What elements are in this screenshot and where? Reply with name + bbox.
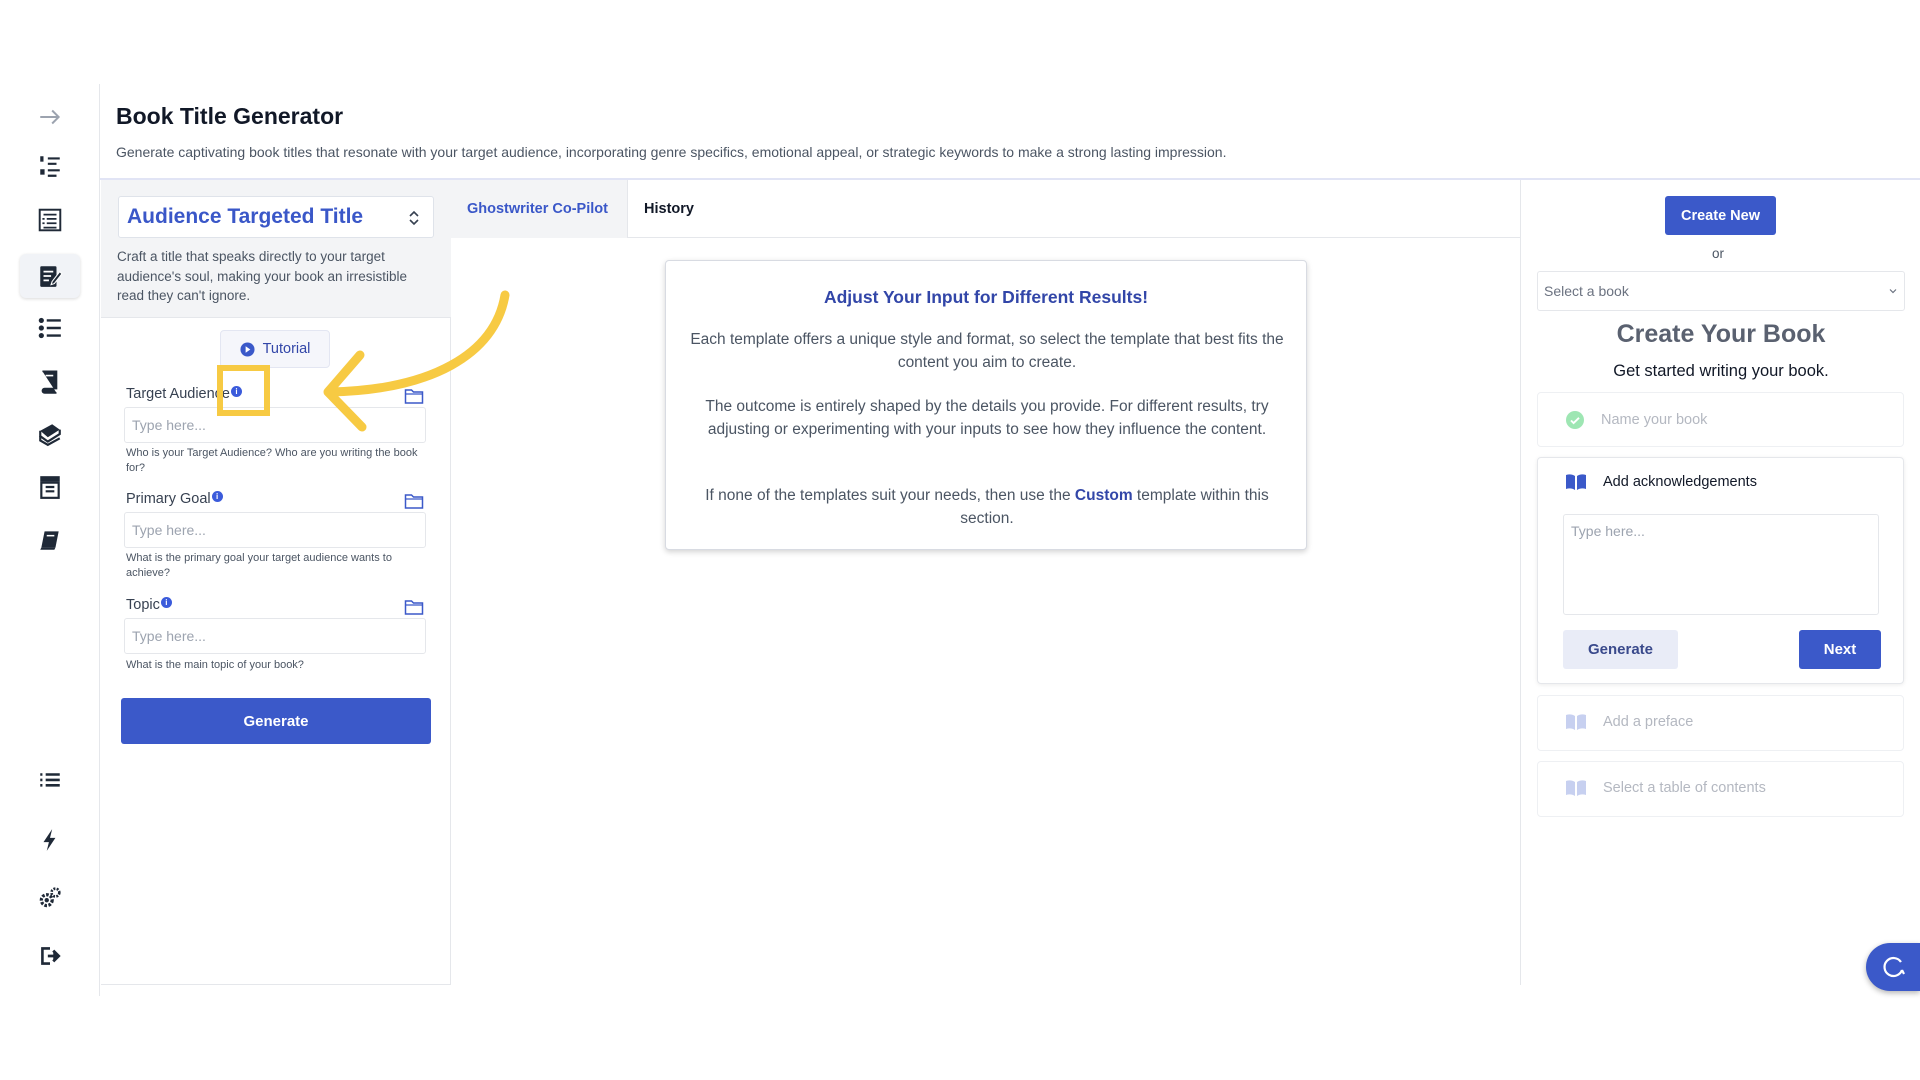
info-icon[interactable]: i xyxy=(160,597,172,608)
acknowledgements-input[interactable] xyxy=(1563,514,1879,615)
book-select[interactable]: Select a book xyxy=(1537,271,1905,311)
step-label: Add acknowledgements xyxy=(1603,474,1757,490)
book-stack-icon[interactable] xyxy=(20,359,80,403)
output-panel: Ghostwriter Co-Pilot History Adjust Your… xyxy=(451,180,1521,985)
list-icon[interactable] xyxy=(20,759,80,803)
numbered-list-icon[interactable] xyxy=(20,144,80,188)
target-audience-help: Who is your Target Audience? Who are you… xyxy=(126,447,418,474)
chevron-down-icon xyxy=(1889,289,1897,294)
generate-button[interactable]: Generate xyxy=(121,698,431,744)
open-book-icon xyxy=(1566,474,1586,490)
edit-book-icon[interactable] xyxy=(20,254,80,298)
play-icon xyxy=(240,341,255,357)
step-acknowledgements: Add acknowledgements Generate Next xyxy=(1537,457,1904,684)
open-book-icon xyxy=(1566,780,1586,796)
folder-icon[interactable] xyxy=(404,492,424,510)
primary-goal-help: What is the primary goal your target aud… xyxy=(126,552,392,579)
step-table-of-contents[interactable]: Select a table of contents xyxy=(1537,761,1904,817)
info-card-title: Adjust Your Input for Different Results! xyxy=(823,287,1149,307)
step-label: Select a table of contents xyxy=(1603,780,1766,796)
template-select-label: Audience Targeted Title xyxy=(127,205,364,228)
books-icon[interactable] xyxy=(20,412,80,456)
page-description: Generate captivating book titles that re… xyxy=(116,144,1227,160)
book-select-placeholder: Select a book xyxy=(1544,283,1629,299)
page-title: Book Title Generator xyxy=(116,103,344,129)
acknowledgements-generate-button[interactable]: Generate xyxy=(1563,630,1678,669)
archive-icon[interactable] xyxy=(20,465,80,509)
topic-help: What is the main topic of your book? xyxy=(126,659,304,671)
next-button[interactable]: Next xyxy=(1799,630,1881,669)
highlight-box xyxy=(217,365,270,416)
info-icon[interactable]: i xyxy=(211,491,223,502)
create-book-title: Create Your Book xyxy=(1616,320,1826,348)
notebook-icon[interactable] xyxy=(20,518,80,562)
chevron-up-down-icon xyxy=(409,210,419,226)
step-name-book[interactable]: Name your book xyxy=(1537,392,1904,447)
or-separator: or xyxy=(1712,246,1725,261)
chat-icon xyxy=(1883,956,1905,978)
step-preface[interactable]: Add a preface xyxy=(1537,695,1904,751)
info-card: Adjust Your Input for Different Results!… xyxy=(665,260,1307,550)
info-paragraph: The outcome is entirely shaped by the de… xyxy=(705,398,1269,438)
step-label: Name your book xyxy=(1601,412,1708,428)
arrow-right-icon[interactable] xyxy=(20,95,80,139)
topic-input[interactable] xyxy=(124,618,426,654)
tab-ghostwriter-copilot[interactable]: Ghostwriter Co-Pilot xyxy=(451,180,627,238)
custom-template-link[interactable]: Custom xyxy=(1075,487,1133,504)
check-circle-icon xyxy=(1566,411,1584,429)
topic-label: Topic i xyxy=(126,597,172,613)
tab-history[interactable]: History xyxy=(627,180,710,238)
folder-icon[interactable] xyxy=(404,598,424,616)
outline-icon[interactable] xyxy=(20,198,80,242)
pointer-arrow-icon xyxy=(323,290,510,432)
create-book-subtitle: Get started writing your book. xyxy=(1613,362,1829,380)
info-paragraph: Each template offers a unique style and … xyxy=(690,331,1284,371)
logout-icon[interactable] xyxy=(20,934,80,978)
tabs-bar: Ghostwriter Co-Pilot History xyxy=(451,180,1521,238)
primary-goal-input[interactable] xyxy=(124,512,426,548)
template-select[interactable]: Audience Targeted Title xyxy=(118,196,434,238)
create-new-button[interactable]: Create New xyxy=(1665,196,1776,235)
bolt-icon[interactable] xyxy=(20,818,80,862)
info-paragraph: If none of the templates suit your needs… xyxy=(705,487,1269,527)
step-label: Add a preface xyxy=(1603,714,1694,730)
settings-icon[interactable] xyxy=(20,876,80,920)
help-chat-button[interactable] xyxy=(1866,943,1920,991)
open-book-icon xyxy=(1566,714,1586,730)
sidebar-rail xyxy=(0,84,100,996)
bullet-list-icon[interactable] xyxy=(20,306,80,350)
primary-goal-label: Primary Goal i xyxy=(126,491,223,507)
